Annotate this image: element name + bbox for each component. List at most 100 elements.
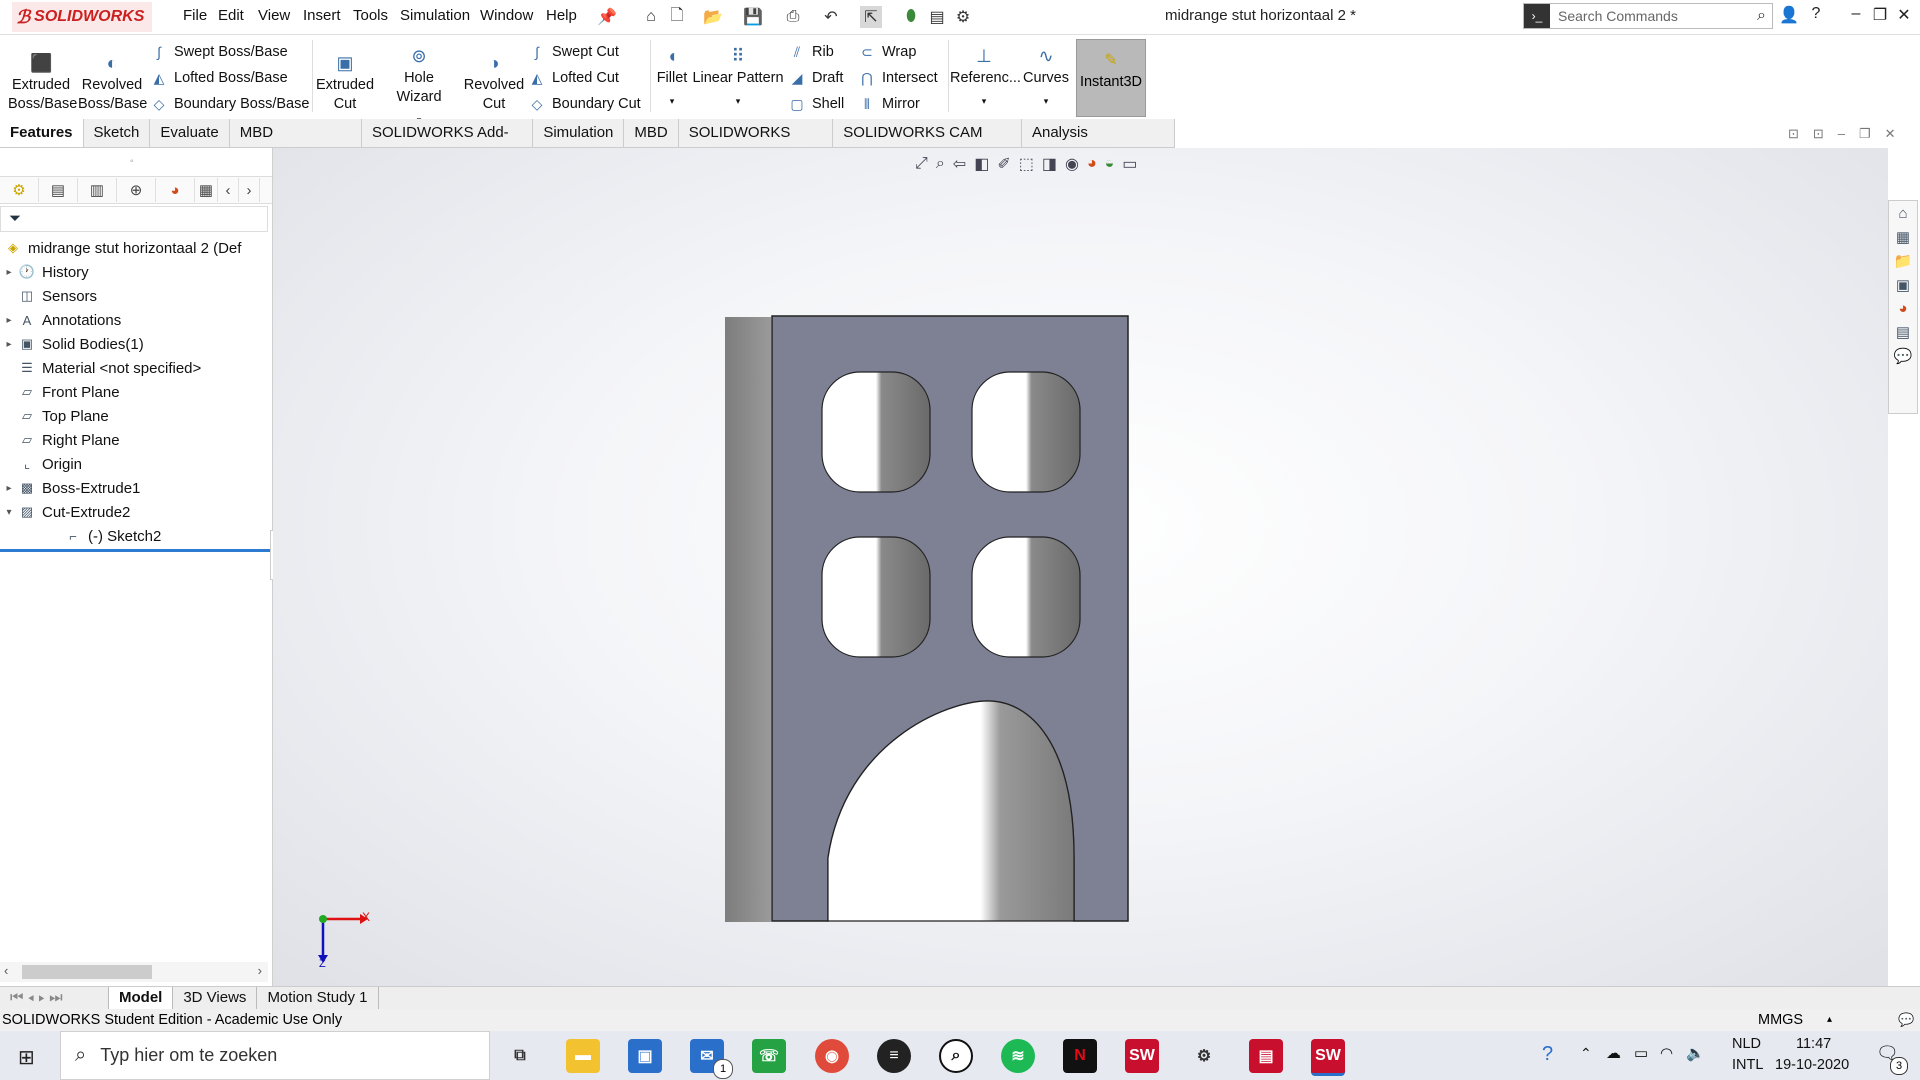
tree-item-front-plane[interactable]: ▱ Front Plane (0, 380, 272, 404)
tabs-scroll-left-icon[interactable]: ‹ (218, 178, 239, 202)
open-folder-icon[interactable]: 📂 (702, 6, 724, 28)
appearances-icon[interactable]: ◕ (1898, 300, 1907, 317)
custom-properties-icon[interactable]: ▤ (1896, 323, 1910, 341)
tab-solidworks-cam[interactable]: SOLIDWORKS CAM (678, 119, 834, 169)
menu-view[interactable]: View (258, 7, 290, 24)
solidworks-resources-icon[interactable]: ⌂ (1898, 205, 1907, 222)
close-button[interactable]: ✕ (1892, 5, 1916, 25)
fillet-button[interactable]: ◖ Fillet ▾ (652, 43, 692, 111)
settings-app-icon[interactable]: ⚙ (1187, 1039, 1221, 1073)
solidworks-active-icon[interactable]: SW (1311, 1039, 1345, 1076)
tab-solidworks-cam-tbm[interactable]: SOLIDWORKS CAM TBM (833, 119, 1022, 169)
draft-button[interactable]: ◢ Draft (788, 67, 844, 89)
tab-mbd-dimensions[interactable]: MBD Dimensions (229, 119, 362, 169)
panel-splitter-handle[interactable]: ◦ (130, 156, 134, 167)
revolved-boss-button[interactable]: ◐ Revolved Boss/Base (78, 50, 147, 114)
windows-start-icon[interactable]: ⊞ (18, 1045, 35, 1070)
feature-manager-tab-icon[interactable]: ⚙ (0, 178, 39, 202)
tab-mbd[interactable]: MBD (624, 119, 679, 147)
scrollbar-thumb[interactable] (22, 965, 152, 979)
expand-arrow-icon[interactable]: ▸ (0, 267, 18, 278)
pin-icon[interactable]: 📌 (596, 6, 618, 28)
solidworks-explorer-icon[interactable]: ▤ (1249, 1039, 1283, 1073)
tree-item-cut-extrude2[interactable]: ▾ ▨ Cut-Extrude2 (0, 500, 272, 524)
hole-bottom-left[interactable] (821, 536, 931, 658)
tree-item-right-plane[interactable]: ▱ Right Plane (0, 428, 272, 452)
tab-evaluate[interactable]: Evaluate (150, 119, 230, 147)
language-code[interactable]: NLD (1732, 1036, 1761, 1052)
search-icon[interactable]: ⌕ (1757, 7, 1766, 25)
wifi-icon[interactable]: ◠ (1660, 1044, 1673, 1062)
shell-button[interactable]: ▢ Shell (788, 93, 844, 115)
status-message-icon[interactable]: 💬 (1898, 1009, 1914, 1031)
menu-help[interactable]: Help (546, 7, 577, 24)
tree-item-boss-extrude1[interactable]: ▸ ▩ Boss-Extrude1 (0, 476, 272, 500)
menu-file[interactable]: File (183, 7, 207, 24)
hole-top-left[interactable] (821, 371, 931, 493)
file-explorer-icon[interactable]: 📁 (1894, 252, 1913, 270)
store-icon[interactable]: ▣ (628, 1039, 662, 1073)
panel-horizontal-scrollbar[interactable]: ‹ › (0, 962, 268, 982)
extruded-boss-button[interactable]: ⬛ Extruded Boss/Base (8, 50, 77, 114)
linear-pattern-button[interactable]: ⠿ Linear Pattern ▾ (692, 43, 784, 111)
tab-analysis-preparation[interactable]: Analysis Preparation (1021, 119, 1175, 169)
chrome-icon[interactable]: ◉ (815, 1039, 849, 1073)
task-view-icon[interactable]: ⧉ (503, 1039, 537, 1073)
revolved-cut-button[interactable]: ◑ Revolved Cut (462, 50, 526, 114)
battery-icon[interactable]: ▭ (1634, 1044, 1648, 1062)
tabs-scroll-right-icon[interactable]: › (239, 178, 260, 202)
save-icon[interactable]: 💾 (742, 6, 764, 28)
part-model[interactable] (720, 313, 1140, 933)
clock-date[interactable]: 19-10-2020 (1775, 1057, 1849, 1073)
menu-edit[interactable]: Edit (218, 7, 244, 24)
help-icon[interactable]: ? (1804, 5, 1828, 23)
taskbar-search-box[interactable]: ⌕ Typ hier om te zoeken (60, 1031, 490, 1080)
file-properties-icon[interactable]: ▤ (926, 6, 948, 28)
menu-tools[interactable]: Tools (353, 7, 388, 24)
lofted-cut-button[interactable]: ◭ Lofted Cut (528, 67, 619, 89)
spotify-icon[interactable]: ≋ (1001, 1039, 1035, 1073)
tree-item-origin[interactable]: ⌞ Origin (0, 452, 272, 476)
property-manager-tab-icon[interactable]: ▤ (39, 178, 78, 202)
tab-model[interactable]: Model (109, 987, 174, 1009)
zoom-to-fit-icon[interactable]: ⤢ (915, 155, 928, 173)
tab-motion-study[interactable]: Motion Study 1 (257, 987, 379, 1009)
expand-arrow-icon[interactable]: ▸ (0, 339, 18, 350)
zoom-to-area-icon[interactable]: ⌕ (936, 155, 945, 173)
rib-button[interactable]: ⫽ Rib (788, 41, 834, 63)
tree-item-sensors[interactable]: ◫ Sensors (0, 284, 272, 308)
swept-cut-button[interactable]: ∫ Swept Cut (528, 41, 619, 63)
display-manager-tab-icon[interactable]: ◕ (156, 178, 195, 202)
netflix-icon[interactable]: N (1063, 1039, 1097, 1073)
mirror-button[interactable]: ⫴ Mirror (858, 93, 920, 115)
volume-icon[interactable]: 🔈 (1686, 1044, 1705, 1062)
help-tray-icon[interactable]: ? (1542, 1043, 1553, 1066)
menu-insert[interactable]: Insert (303, 7, 341, 24)
app-circle-icon[interactable]: ≡ (877, 1039, 911, 1073)
print-icon[interactable]: ⎙ (782, 6, 804, 28)
undo-icon[interactable]: ↶ (820, 6, 842, 28)
file-explorer-taskbar-icon[interactable]: ▬ (566, 1039, 600, 1073)
dimxpert-tab-icon[interactable]: ⊕ (117, 178, 156, 202)
curves-dropdown-icon[interactable]: ▾ (1022, 92, 1070, 111)
view-settings-icon[interactable]: ▭ (1122, 154, 1137, 174)
expand-arrow-icon[interactable]: ▸ (0, 483, 18, 494)
apply-scene-icon[interactable]: ◒ (1105, 155, 1115, 173)
units-selector[interactable]: MMGS (1758, 1009, 1803, 1031)
configuration-manager-tab-icon[interactable]: ▥ (78, 178, 117, 202)
view-orientation-icon[interactable]: ⬚ (1019, 154, 1034, 174)
keyboard-layout[interactable]: INTL (1732, 1057, 1763, 1073)
tab-sketch[interactable]: Sketch (83, 119, 151, 147)
curves-button[interactable]: ∿ Curves ▾ (1022, 43, 1070, 111)
new-document-icon[interactable]: 🗋 (666, 6, 688, 28)
dynamic-annotation-icon[interactable]: ✐ (997, 154, 1010, 174)
lofted-boss-button[interactable]: ◭ Lofted Boss/Base (150, 67, 288, 89)
reference-dropdown-icon[interactable]: ▾ (950, 92, 1018, 111)
instant3d-button[interactable]: ✎ Instant3D (1076, 39, 1146, 117)
show-hidden-icons[interactable]: ⌃ (1580, 1045, 1592, 1062)
collapse-arrow-icon[interactable]: ▾ (0, 507, 18, 518)
units-dropdown-icon[interactable]: ▴ (1827, 1009, 1832, 1031)
clock-time[interactable]: 11:47 (1796, 1036, 1831, 1052)
viewport-window-controls[interactable]: ⊡⊡–❐✕ (1788, 126, 1910, 142)
select-arrow-icon[interactable]: ⇱ (860, 6, 882, 28)
